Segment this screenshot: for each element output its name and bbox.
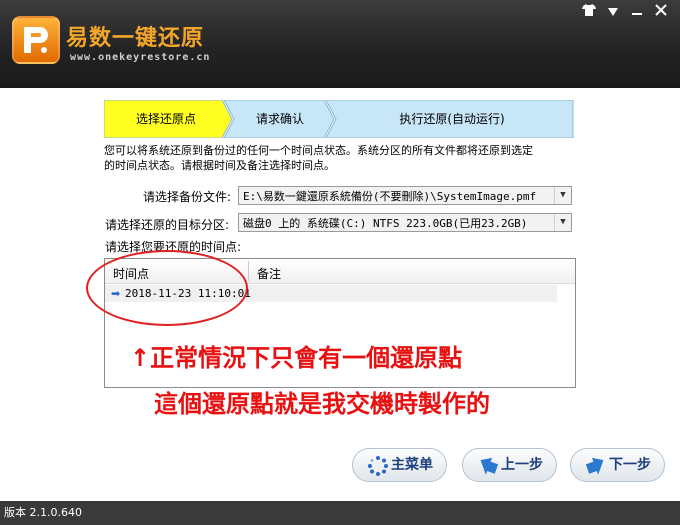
backup-file-value: E:\易数一鍵還原系統備份(不要刪除)\SystemImage.pmf [243, 190, 537, 203]
next-button[interactable]: 下一步 [570, 448, 665, 482]
column-divider[interactable] [248, 261, 249, 281]
description-text: 您可以将系统还原到备份过的任何一个时间点状态。系统分区的所有文件都将还原到选定 … [104, 143, 584, 173]
status-bar: 版本 2.1.0.640 [0, 501, 680, 525]
target-partition-label: 请选择还原的目标分区: [105, 218, 230, 232]
minimize-icon[interactable] [628, 4, 646, 22]
previous-button[interactable]: 上一步 [462, 448, 557, 482]
annotation-line-2: 這個還原點就是我交機時製作的 [154, 390, 490, 418]
previous-label: 上一步 [501, 457, 543, 473]
description-line-1: 您可以将系统还原到备份过的任何一个时间点状态。系统分区的所有文件都将还原到选定 [104, 144, 533, 157]
step-select-restore-point: 选择还原点 [135, 112, 196, 126]
column-header-note[interactable]: 备注 [257, 265, 281, 282]
shirt-icon[interactable] [580, 4, 598, 22]
app-header: 易数一键还原 www.onekeyrestore.cn [0, 0, 680, 88]
arrow-left-icon [480, 457, 499, 475]
app-url: www.onekeyrestore.cn [70, 52, 211, 63]
next-label: 下一步 [609, 457, 651, 473]
target-partition-select[interactable]: 磁盘0 上的 系统碟(C:) NTFS 223.0GB(已用23.2GB) ▼ [238, 213, 572, 232]
refresh-icon [368, 456, 388, 476]
annotation-line-1: ↑正常情況下只會有一個還原點 [130, 344, 463, 372]
arrow-right-icon [585, 457, 604, 475]
target-partition-value: 磁盘0 上的 系统碟(C:) NTFS 223.0GB(已用23.2GB) [243, 217, 528, 230]
app-title: 易数一键还原 [66, 26, 205, 51]
annotation-circle [86, 250, 248, 326]
wizard-steps: 选择还原点 请求确认 执行还原(自动运行) [104, 100, 574, 138]
close-icon[interactable] [652, 4, 670, 22]
step-confirm: 请求确认 [255, 112, 304, 126]
menu-icon[interactable] [604, 4, 622, 22]
description-line-2: 的时间点状态。请根据时间及备注选择时间点。 [104, 159, 335, 172]
main-menu-label: 主菜单 [391, 457, 433, 473]
backup-file-select[interactable]: E:\易数一鍵還原系統備份(不要刪除)\SystemImage.pmf ▼ [238, 186, 572, 205]
version-text: 版本 2.1.0.640 [4, 506, 82, 519]
chevron-down-icon[interactable]: ▼ [554, 214, 571, 231]
chevron-down-icon[interactable]: ▼ [554, 187, 571, 204]
step-execute: 执行还原(自动运行) [399, 112, 505, 126]
main-menu-button[interactable]: 主菜单 [352, 448, 447, 482]
app-logo-icon [12, 16, 60, 64]
backup-file-label: 请选择备份文件: [143, 190, 232, 204]
